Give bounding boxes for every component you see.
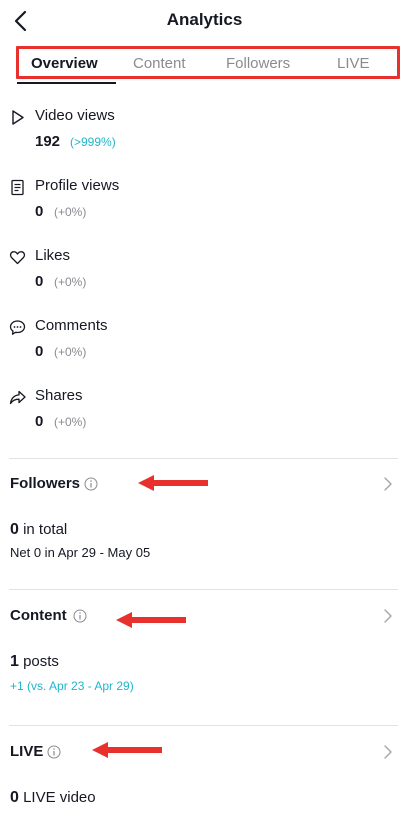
active-tab-indicator — [17, 82, 116, 84]
metric-comments: Comments 0 (+0%) — [0, 317, 409, 377]
metric-value: 0 — [35, 413, 44, 430]
live-total-value: 0 — [10, 789, 19, 806]
live-section: LIVE 0 LIVE video — [0, 743, 409, 813]
live-section-header[interactable]: LIVE — [0, 743, 409, 773]
divider — [9, 589, 398, 590]
annotation-arrow — [138, 475, 208, 491]
metric-change: (+0%) — [54, 275, 87, 289]
tab-bar: Overview Content Followers LIVE — [16, 46, 400, 79]
tab-content[interactable]: Content — [133, 55, 186, 72]
metric-label: Shares — [35, 387, 83, 404]
tab-overview[interactable]: Overview — [31, 55, 98, 72]
followers-total-value: 0 — [10, 521, 19, 538]
section-title: Followers — [10, 475, 81, 492]
annotation-arrow — [92, 742, 162, 758]
divider — [9, 725, 398, 726]
content-total-value: 1 — [10, 653, 19, 670]
info-icon[interactable] — [73, 609, 87, 623]
share-icon — [9, 390, 26, 405]
heart-icon — [9, 251, 26, 265]
comment-icon — [9, 320, 26, 335]
metric-change: (>999%) — [70, 135, 116, 149]
metric-change: (+0%) — [54, 415, 87, 429]
metric-label: Likes — [35, 247, 71, 264]
metric-video-views: Video views 192 (>999%) — [0, 107, 409, 167]
metric-change: (+0%) — [54, 205, 87, 219]
content-section: Content 1 posts +1 (vs. Apr 23 - Apr 29) — [0, 607, 409, 707]
info-icon[interactable] — [47, 745, 61, 759]
header: Analytics — [0, 0, 409, 42]
metric-label: Video views — [35, 107, 115, 124]
live-total-text: LIVE video — [18, 789, 96, 806]
chevron-right-icon[interactable] — [383, 477, 393, 491]
metric-label: Comments — [35, 317, 108, 334]
play-icon — [12, 110, 24, 125]
content-change: +1 (vs. Apr 23 - Apr 29) — [10, 679, 134, 693]
tab-followers[interactable]: Followers — [226, 55, 290, 72]
page-title: Analytics — [166, 10, 243, 29]
chevron-right-icon[interactable] — [383, 745, 393, 759]
followers-total-text: in total — [18, 521, 68, 538]
metric-value: 0 — [35, 203, 44, 220]
metric-shares: Shares 0 (+0%) — [0, 387, 409, 447]
metric-label: Profile views — [35, 177, 120, 194]
annotation-arrow — [116, 612, 186, 628]
content-total-text: posts — [18, 653, 59, 670]
metric-likes: Likes 0 (+0%) — [0, 247, 409, 307]
metric-value: 0 — [35, 343, 44, 360]
profile-document-icon — [11, 179, 24, 196]
section-title: Content — [10, 607, 67, 624]
metric-value: 192 — [35, 133, 61, 150]
tab-live[interactable]: LIVE — [337, 55, 370, 72]
metric-value: 0 — [35, 273, 44, 290]
content-section-header[interactable]: Content — [0, 607, 409, 637]
followers-total: 0 in total — [10, 521, 67, 539]
metric-change: (+0%) — [54, 345, 87, 359]
content-total: 1 posts — [10, 653, 59, 671]
chevron-right-icon[interactable] — [383, 609, 393, 623]
divider — [9, 458, 398, 459]
followers-net-change: Net 0 in Apr 29 - May 05 — [10, 545, 151, 560]
section-title: LIVE — [10, 743, 44, 760]
metric-profile-views: Profile views 0 (+0%) — [0, 177, 409, 237]
live-total: 0 LIVE video — [10, 789, 96, 807]
info-icon[interactable] — [84, 477, 98, 491]
